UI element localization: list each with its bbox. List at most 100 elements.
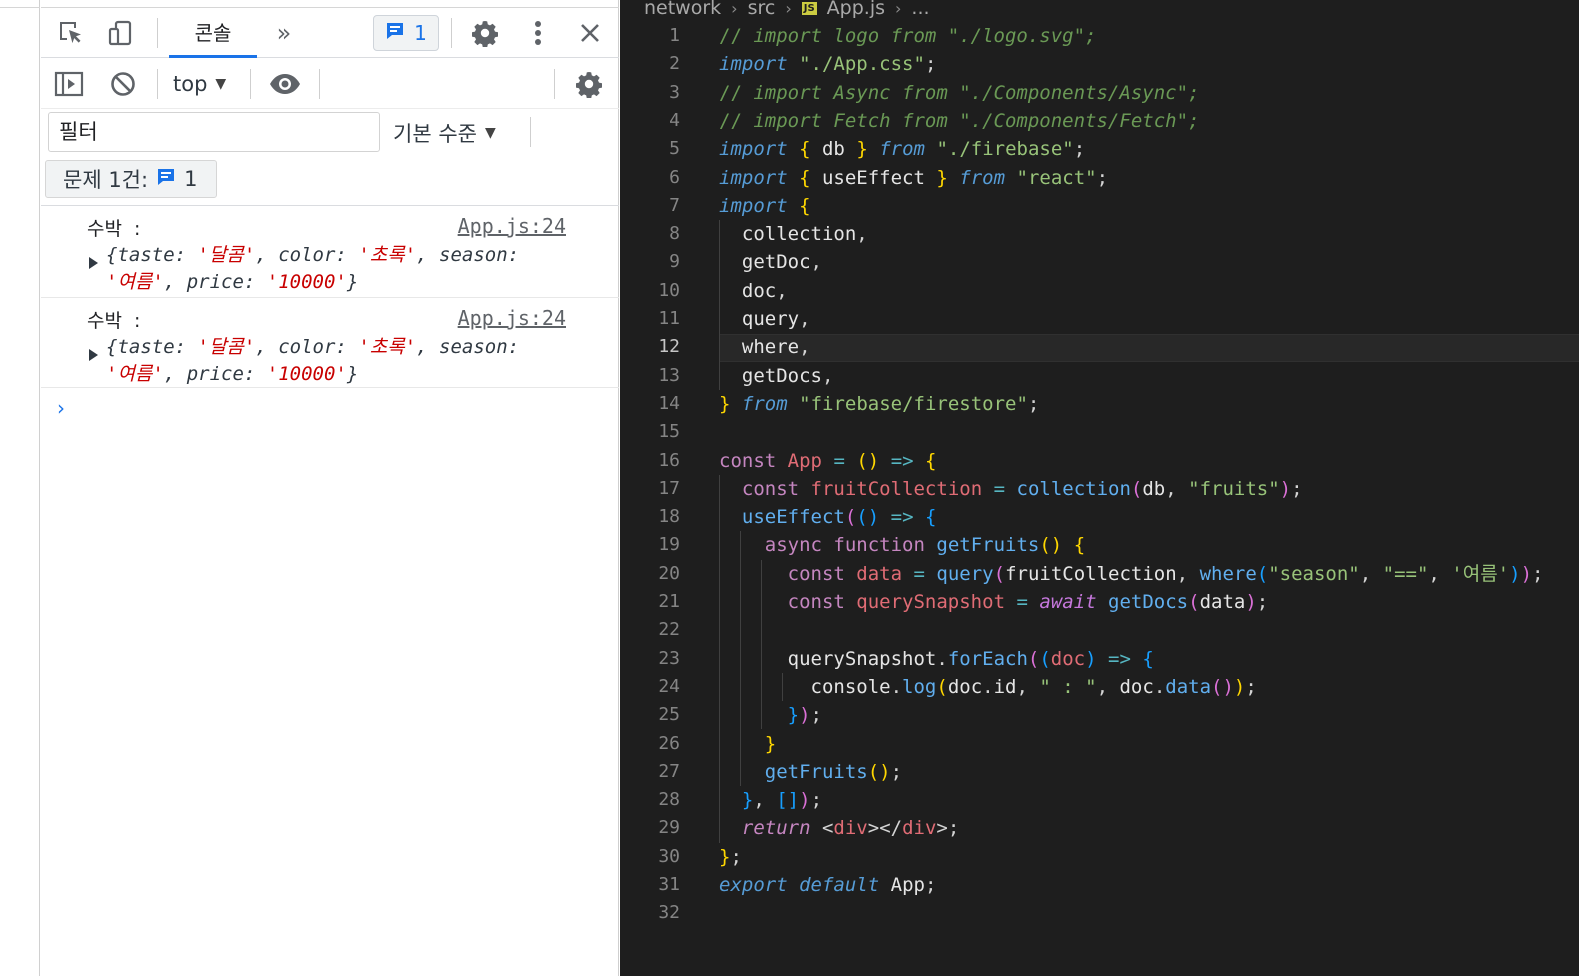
code-line[interactable]: console.log(doc.id, " : ", doc.data()); — [719, 673, 1257, 701]
sidebar-toggle-icon[interactable] — [53, 68, 85, 100]
close-icon[interactable] — [574, 17, 606, 49]
code-token: () — [1039, 534, 1063, 557]
console-prompt-input[interactable]: › — [57, 396, 65, 420]
line-number: 7 — [669, 194, 680, 216]
more-options-icon[interactable] — [526, 17, 550, 49]
code-line[interactable]: import { useEffect } from "react"; — [719, 164, 1108, 192]
breadcrumb-item-src[interactable]: src — [748, 0, 776, 19]
code-token: , — [776, 279, 788, 302]
code-token: "react" — [1016, 166, 1097, 189]
source-link[interactable]: App.js:24 — [458, 306, 566, 330]
code-line[interactable]: doc, — [719, 277, 788, 305]
object-preview-line-2[interactable]: '여름', price: '10000'} — [106, 359, 358, 386]
line-number: 28 — [658, 789, 680, 811]
object-text: , price: — [163, 271, 267, 293]
code-line[interactable]: return <div></div>; — [719, 814, 959, 842]
code-token: ; — [1073, 138, 1086, 161]
code-token: doc — [1050, 647, 1086, 670]
code-token: ) — [799, 704, 811, 727]
code-line[interactable]: useEffect(() => { — [719, 503, 937, 531]
clear-console-icon[interactable] — [107, 68, 139, 100]
code-line[interactable]: }; — [719, 843, 742, 871]
code-line[interactable]: getDocs, — [719, 362, 834, 390]
inspect-element-icon[interactable] — [55, 17, 87, 49]
object-preview-line-1[interactable]: {taste: '달콤', color: '초록', season: — [106, 240, 519, 267]
code-token: data — [1165, 675, 1212, 698]
code-token: . — [936, 647, 948, 670]
code-line[interactable]: // import Async from "./Components/Async… — [719, 79, 1199, 107]
code-line[interactable]: const App = () => { — [719, 447, 936, 475]
object-preview-line-2[interactable]: '여름', price: '10000'} — [106, 267, 358, 294]
code-line[interactable]: query, — [719, 305, 811, 333]
code-editor[interactable]: network › src › JS App.js › ... 12345678… — [620, 0, 1579, 976]
device-toolbar-icon[interactable] — [105, 17, 137, 49]
code-line[interactable]: import { — [719, 192, 811, 220]
code-line[interactable]: }); — [719, 701, 822, 729]
code-line[interactable]: getFruits(); — [719, 758, 902, 786]
code-token: const — [787, 591, 845, 613]
code-line[interactable]: querySnapshot.forEach((doc) => { — [719, 645, 1154, 673]
code-line[interactable]: getDoc, — [719, 248, 822, 276]
divider — [451, 18, 452, 48]
code-line[interactable]: import { db } from "./firebase"; — [719, 135, 1085, 163]
code-line[interactable]: export default App; — [719, 871, 936, 899]
code-line[interactable]: const data = query(fruitCollection, wher… — [719, 560, 1544, 588]
code-token: from — [959, 166, 1006, 189]
source-link[interactable]: App.js:24 — [458, 214, 566, 238]
code-token: useEffect — [741, 506, 845, 529]
expand-triangle-icon[interactable] — [89, 349, 98, 361]
breadcrumb-item-more[interactable]: ... — [911, 0, 929, 19]
code-token: ></ — [867, 817, 903, 840]
code-token: { — [799, 194, 811, 217]
code-line[interactable]: async function getFruits() { — [719, 531, 1085, 559]
code-line[interactable]: // import Fetch from "./Components/Fetch… — [719, 107, 1199, 135]
code-line[interactable]: // import logo from "./logo.svg"; — [719, 22, 1097, 50]
line-number: 8 — [669, 223, 680, 245]
issues-counter-button[interactable]: 문제 1건: 1 — [45, 160, 217, 198]
code-line[interactable]: import "./App.css"; — [719, 50, 936, 78]
line-number: 15 — [658, 421, 680, 443]
code-line[interactable]: } — [719, 730, 776, 758]
tab-console[interactable]: 콘솔 — [169, 8, 257, 58]
object-text: } — [346, 363, 359, 385]
code-token: from — [741, 392, 788, 415]
code-token: return — [741, 817, 811, 840]
context-select[interactable]: top ▼ — [173, 67, 226, 101]
gear-icon[interactable] — [469, 17, 501, 49]
code-token: getDocs — [1108, 591, 1189, 613]
code-line[interactable]: }, []); — [719, 786, 822, 814]
log-level-select[interactable]: 기본 수준 ▼ — [393, 117, 496, 149]
code-token: >; — [936, 817, 960, 840]
object-preview-line-1[interactable]: {taste: '달콤', color: '초록', season: — [106, 332, 519, 359]
code-token: "./App.css" — [799, 53, 925, 76]
code-line[interactable]: where, — [719, 333, 811, 361]
console-settings-gear-icon[interactable] — [573, 68, 605, 100]
eye-icon[interactable] — [267, 68, 303, 100]
code-line[interactable]: const fruitCollection = collection(db, "… — [719, 475, 1303, 503]
filter-input[interactable] — [48, 112, 380, 152]
breadcrumb-item-file[interactable]: App.js — [827, 0, 885, 19]
code-line[interactable]: } from "firebase/firestore"; — [719, 390, 1039, 418]
code-line[interactable]: collection, — [719, 220, 868, 248]
log-label: 수박 : — [87, 310, 141, 332]
code-token: ( — [1130, 477, 1143, 500]
expand-triangle-icon[interactable] — [89, 257, 98, 269]
code-token: ; — [1096, 166, 1109, 189]
issues-badge-button[interactable]: 1 — [373, 15, 439, 51]
code-token: const — [719, 449, 777, 472]
breadcrumb-item-network[interactable]: network — [644, 0, 721, 19]
code-token: "firebase/firestore" — [799, 392, 1028, 415]
issues-counter-label: 문제 1건: — [63, 168, 149, 192]
more-tabs-button[interactable]: » — [271, 18, 297, 48]
code-line[interactable]: const querySnapshot = await getDocs(data… — [719, 588, 1269, 616]
code-token: const — [741, 477, 800, 500]
code-token: log — [902, 675, 937, 698]
code-token: doc — [947, 675, 983, 698]
